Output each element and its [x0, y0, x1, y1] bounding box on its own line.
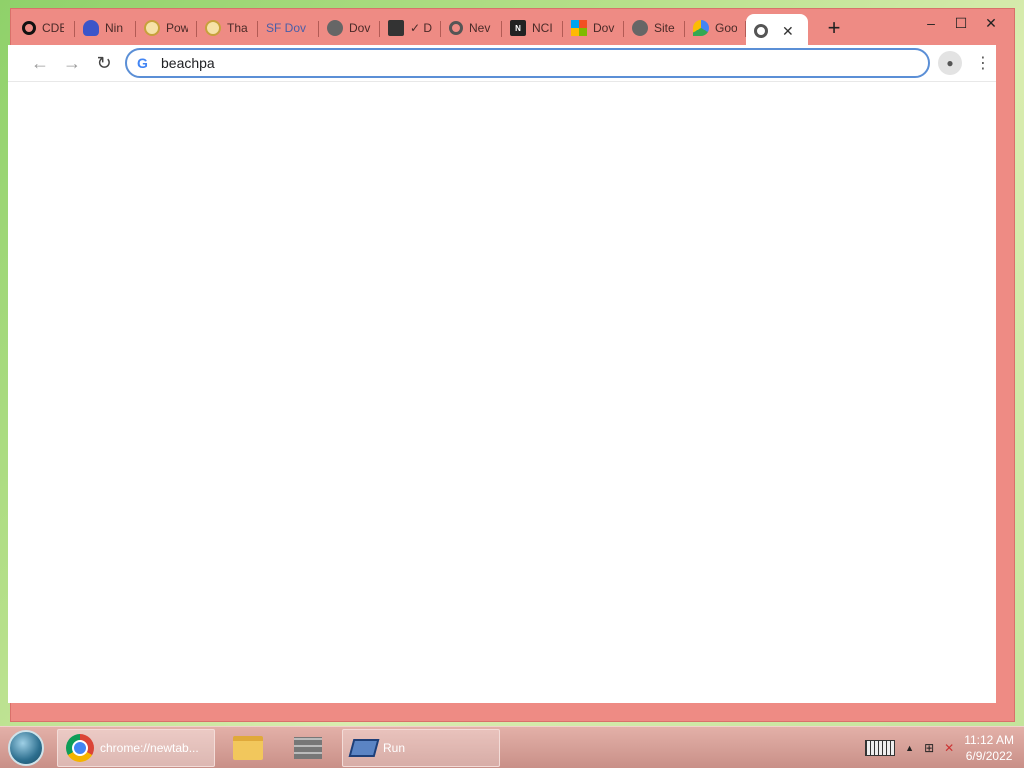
start-button[interactable]	[8, 730, 44, 766]
address-input[interactable]	[161, 55, 861, 71]
chrome-icon	[66, 734, 94, 762]
clock-date: 6/9/2022	[965, 749, 1013, 763]
taskbar-item-chrome[interactable]: chrome://newtab...	[57, 729, 215, 767]
tab-label: NCI	[532, 21, 553, 35]
taskbar-item-label: chrome://newtab...	[100, 741, 199, 755]
new-tab-button[interactable]: +	[818, 14, 850, 42]
tab[interactable]: Tha	[197, 14, 258, 42]
chrome-icon	[449, 21, 463, 35]
close-tab-icon[interactable]: ✕	[782, 23, 794, 40]
tab[interactable]: N NCI	[502, 14, 563, 42]
tab-label: CDB	[42, 21, 64, 35]
chevron-up-icon[interactable]: ▲	[905, 743, 914, 753]
taskbar: chrome://newtab... Run ▲ ⊞ ✕ 11:12 AM 6/…	[0, 726, 1024, 768]
taskbar-item-run[interactable]: Run	[342, 729, 500, 767]
tab-label: Goo	[715, 21, 737, 35]
clock-time: 11:12 AM	[964, 733, 1014, 747]
taskbar-item-label: Run	[383, 741, 406, 755]
tab[interactable]: SF Dov	[258, 14, 319, 42]
reload-icon: ↻	[96, 52, 112, 73]
tab-label: Dov	[593, 21, 615, 35]
tab-label: Nev	[469, 21, 491, 35]
clock[interactable]: 11:12 AM 6/9/2022	[964, 732, 1014, 764]
tab[interactable]: ✓ D	[380, 14, 441, 42]
tab-label: ✓ D	[410, 21, 432, 35]
tab-active[interactable]: ✕	[746, 14, 808, 48]
taskbar-item-firewall[interactable]	[290, 729, 326, 767]
globe-icon	[327, 20, 343, 36]
tab[interactable]: Pow	[136, 14, 197, 42]
volume-muted-icon[interactable]: ✕	[944, 741, 954, 755]
arrow-left-icon: ←	[31, 52, 49, 73]
profile-button[interactable]: ●	[938, 51, 962, 75]
tab[interactable]: Site	[624, 14, 685, 42]
back-button[interactable]: ←	[24, 47, 56, 79]
tab-label: Nin	[105, 21, 124, 35]
globe-icon	[632, 20, 648, 36]
power-icon	[205, 20, 221, 36]
tab[interactable]: Dov	[319, 14, 380, 42]
maps-icon	[693, 20, 709, 36]
run-icon	[348, 739, 380, 757]
network-icon[interactable]: ⊞	[924, 741, 934, 755]
arrow-right-icon: →	[63, 52, 81, 73]
app-icon	[388, 20, 404, 36]
ninja-icon	[83, 20, 99, 36]
page-content	[8, 81, 996, 703]
chrome-icon	[754, 24, 768, 38]
tab[interactable]: Dov	[563, 14, 624, 42]
tab-strip: CDB Nin Pow Tha SF Dov Dov ✓ D Nev N NCI…	[14, 11, 1024, 48]
system-tray: ▲ ⊞ ✕ 11:12 AM 6/9/2022	[865, 729, 1014, 767]
tab-label: Pow	[166, 21, 188, 35]
tab[interactable]: Nin	[75, 14, 136, 42]
omnibox[interactable]: G	[125, 48, 930, 78]
tab-label: SF Dov	[266, 21, 307, 35]
tab-label: Dov	[349, 21, 371, 35]
taskbar-item-explorer[interactable]	[230, 729, 266, 767]
menu-button[interactable]: ⋮	[971, 51, 995, 75]
tab[interactable]: CDB	[14, 14, 75, 42]
keyboard-icon[interactable]	[865, 740, 896, 756]
folder-icon	[233, 736, 263, 760]
power-icon	[144, 20, 160, 36]
google-icon: G	[137, 55, 148, 71]
forward-button[interactable]: →	[56, 47, 88, 79]
reload-button[interactable]: ↻	[88, 47, 120, 79]
windows-icon	[571, 20, 587, 36]
opera-icon	[22, 21, 36, 35]
toolbar: ← → ↻ G ● ⋮	[8, 45, 996, 81]
person-icon: ●	[946, 56, 954, 70]
tab-label: Tha	[227, 21, 248, 35]
tab[interactable]: Goo	[685, 14, 746, 42]
firewall-icon	[294, 737, 322, 759]
kebab-menu-icon: ⋮	[975, 55, 991, 72]
nci-icon: N	[510, 20, 526, 36]
tab-label: Site	[654, 21, 675, 35]
tab[interactable]: Nev	[441, 14, 502, 42]
